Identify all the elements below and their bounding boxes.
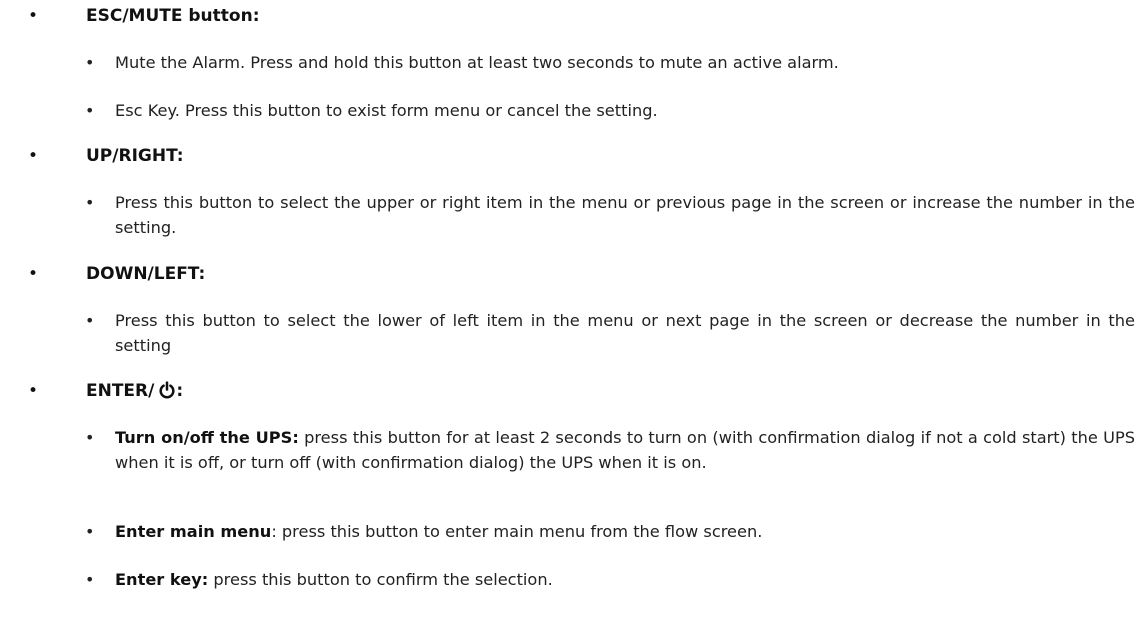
bullet: • bbox=[85, 428, 95, 447]
heading-suffix: : bbox=[176, 381, 184, 401]
bullet: • bbox=[28, 381, 39, 401]
bullet: • bbox=[28, 6, 39, 26]
item-label: Turn on/off the UPS: bbox=[115, 428, 299, 447]
bullet: • bbox=[85, 53, 95, 72]
item-label: Enter main menu bbox=[115, 522, 272, 541]
bullet: • bbox=[85, 570, 95, 589]
item-body: : press this button to enter main menu f… bbox=[271, 522, 763, 541]
list-item-text: Press this button to select the lower of… bbox=[115, 311, 1135, 355]
bullet: • bbox=[85, 311, 95, 330]
bullet: • bbox=[85, 522, 95, 541]
section-heading: UP/RIGHT: bbox=[86, 146, 184, 166]
section-heading: ENTER/: bbox=[86, 380, 183, 402]
bullet: • bbox=[28, 146, 39, 166]
power-icon bbox=[159, 381, 175, 399]
item-body: press this button to confirm the selecti… bbox=[208, 570, 553, 589]
list-item-text: Enter key: press this button to confirm … bbox=[115, 567, 1135, 592]
section-heading: DOWN/LEFT: bbox=[86, 264, 206, 284]
list-item-text: Mute the Alarm. Press and hold this butt… bbox=[115, 53, 839, 72]
heading-prefix: ENTER/ bbox=[86, 381, 155, 401]
list-item-text: Enter main menu: press this button to en… bbox=[115, 519, 1135, 544]
bullet: • bbox=[28, 264, 39, 284]
document-page: • ESC/MUTE button: • Mute the Alarm. Pre… bbox=[0, 0, 1147, 623]
list-item-text: Press this button to select the upper or… bbox=[115, 193, 1135, 237]
list-item-text: Turn on/off the UPS: press this button f… bbox=[115, 425, 1135, 475]
bullet: • bbox=[85, 193, 95, 212]
item-label: Enter key: bbox=[115, 570, 209, 589]
list-item-text: Esc Key. Press this button to exist form… bbox=[115, 101, 658, 120]
section-heading: ESC/MUTE button: bbox=[86, 6, 260, 26]
bullet: • bbox=[85, 101, 95, 120]
